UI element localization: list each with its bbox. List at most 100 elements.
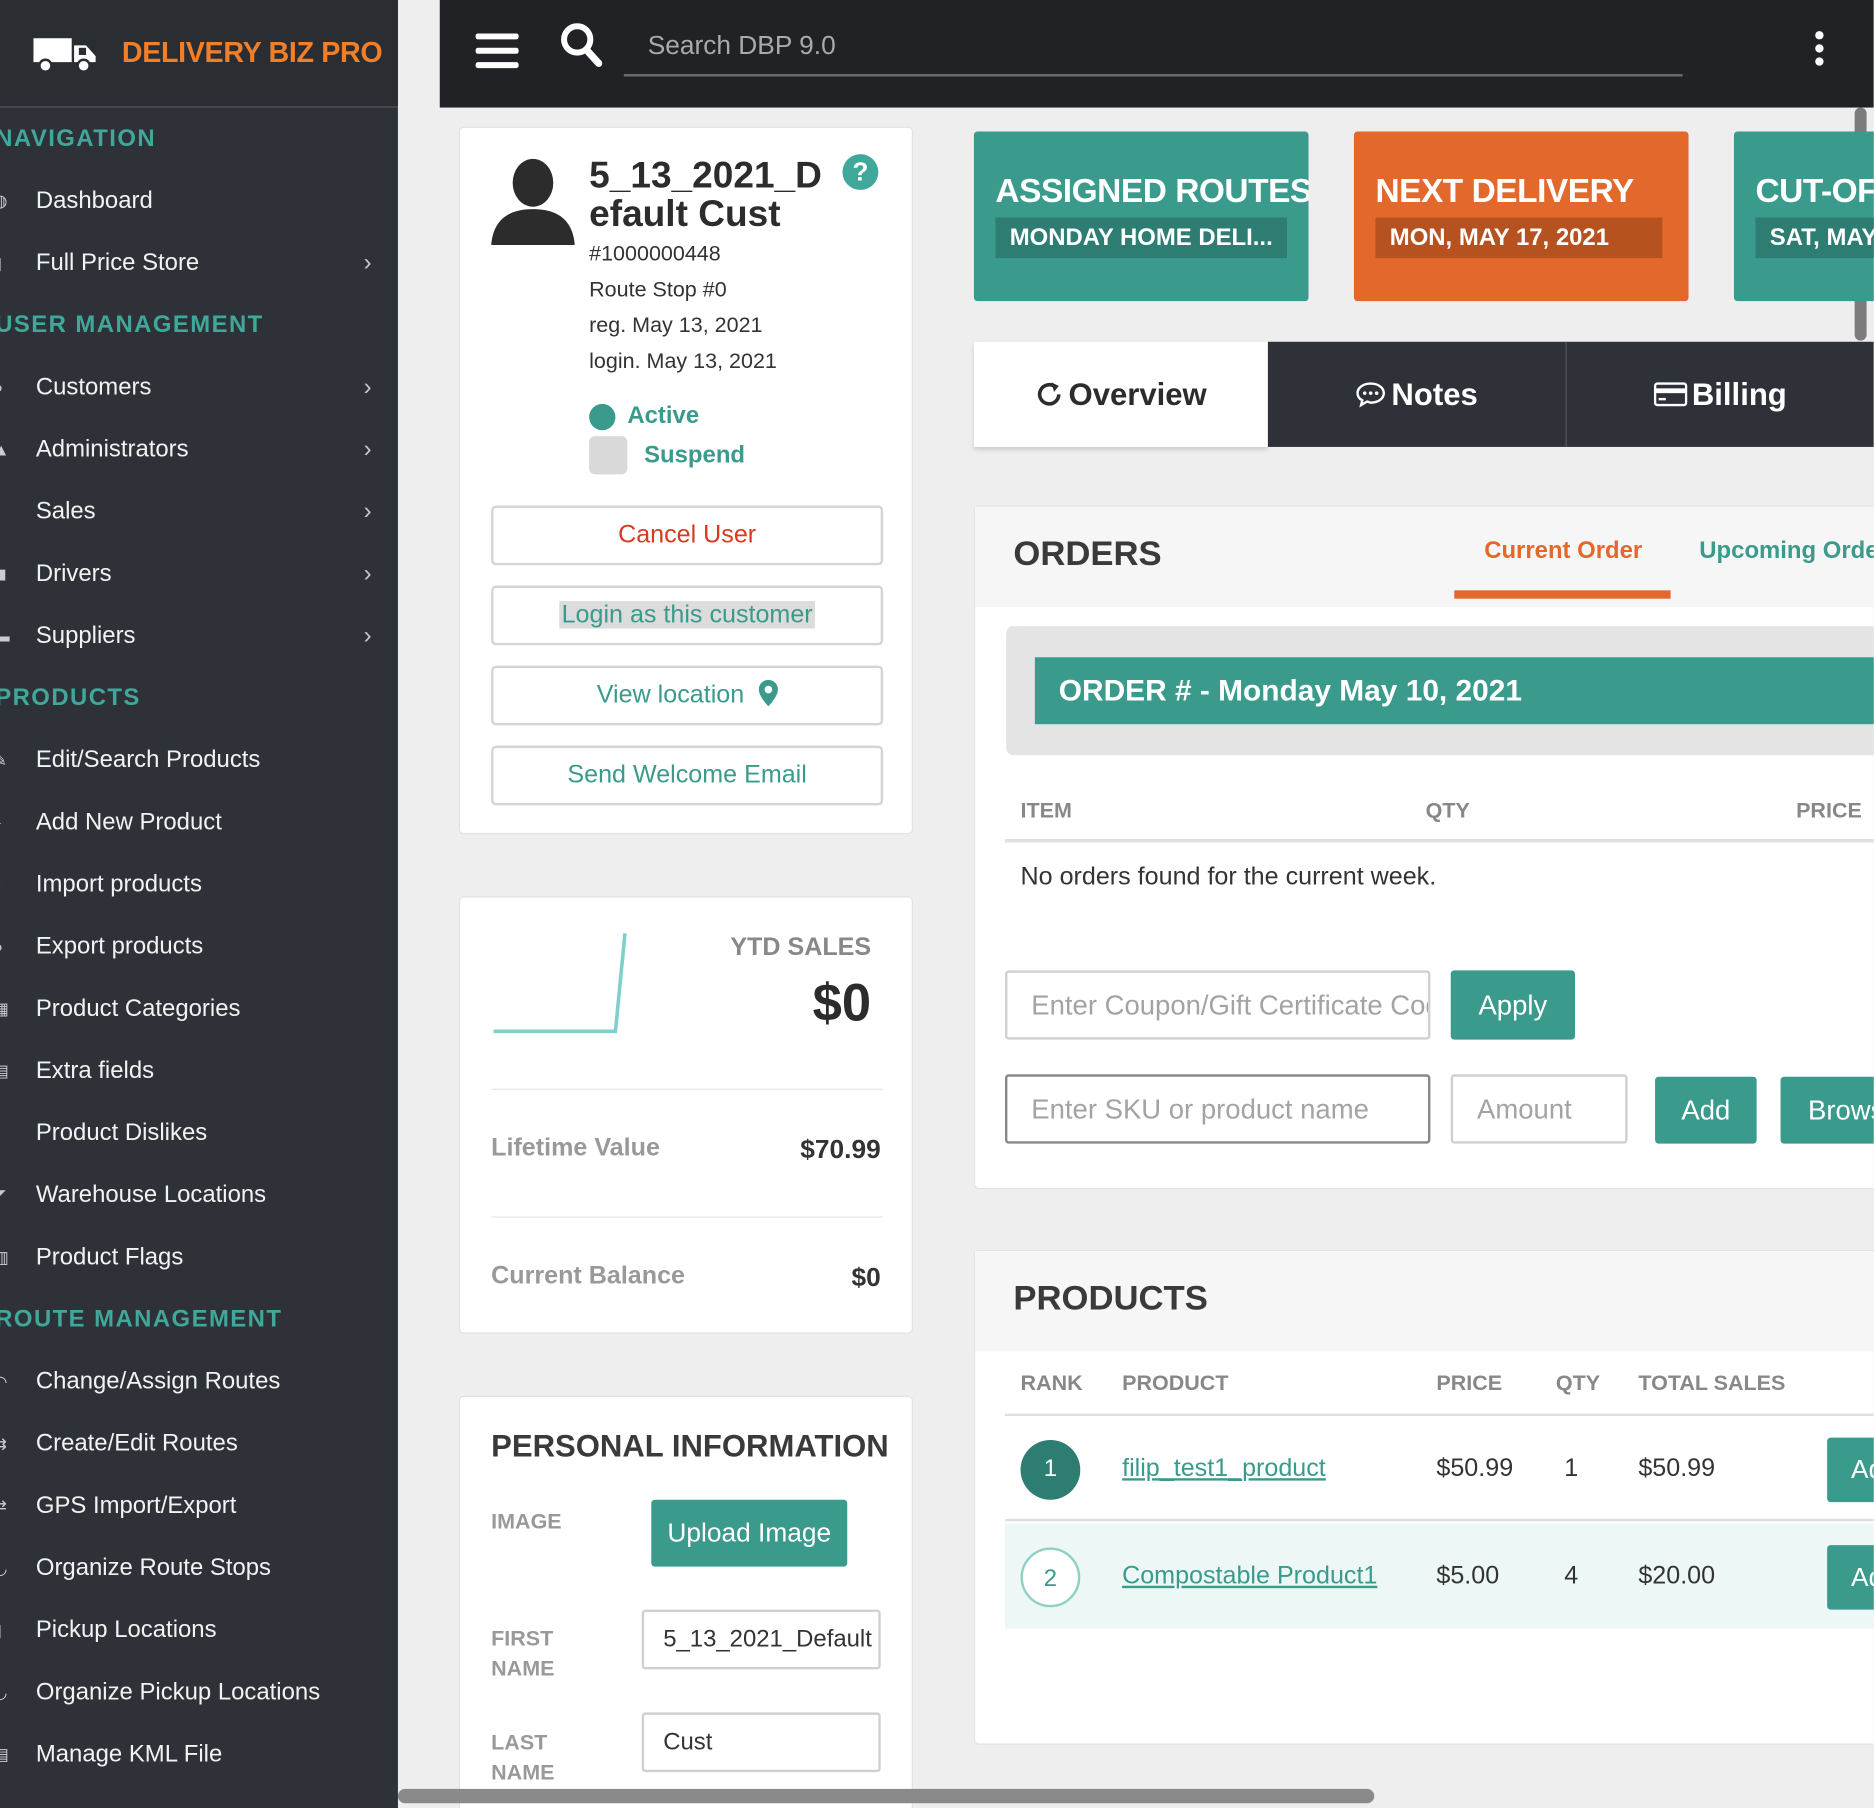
apply-coupon-button[interactable]: Apply [1450, 970, 1576, 1040]
horizontal-scrollbar[interactable] [397, 1788, 1375, 1804]
rank-badge: 2 [1020, 1547, 1081, 1608]
sidebar-item-sales[interactable]: ◗ Sales › [0, 480, 398, 542]
checkbox-icon [589, 436, 628, 475]
sidebar-item-label: Pickup Locations [35, 1616, 217, 1644]
status-suspend-toggle[interactable]: Suspend [589, 436, 745, 475]
sidebar-item-product-flags[interactable]: ▥ Product Flags [0, 1226, 398, 1288]
tab-notes[interactable]: Notes [1267, 341, 1567, 447]
first-name-input[interactable] [641, 1609, 881, 1670]
nav-item-icon: ▲ [0, 418, 10, 480]
sidebar-item-label: Extra fields [35, 1057, 155, 1084]
sku-search-input[interactable] [1004, 1074, 1431, 1144]
sidebar-item-extra-fields[interactable]: ▤ Extra fields [0, 1040, 398, 1102]
nav-section-title: PRODUCTS [0, 684, 141, 712]
sidebar-item-import-products[interactable]: ◐ Import products [0, 853, 398, 915]
nav-item-icon: ◐ [0, 853, 10, 915]
sidebar-item-product-dislikes[interactable]: ◖ Product Dislikes [0, 1102, 398, 1164]
product-price: $5.00 [1436, 1561, 1500, 1590]
no-orders-message: No orders found for the current week. [1020, 862, 1437, 891]
customer-profile-card: 5_13_2021_Default Cust ? #1000000448 Rou… [458, 126, 913, 835]
sidebar-item-gps-import-export[interactable]: ⇄ GPS Import/Export [0, 1475, 398, 1537]
next-delivery-tile[interactable]: NEXT DELIVERY MON, MAY 17, 2021 [1353, 131, 1689, 302]
map-pin-icon [758, 679, 778, 707]
upload-image-button[interactable]: Upload Image [651, 1499, 848, 1567]
sidebar-item-create-edit-routes[interactable]: ⇉ Create/Edit Routes [0, 1412, 398, 1474]
cut-off-tile[interactable]: CUT-OFF SAT, MAY [1733, 131, 1874, 302]
sidebar-item-drivers[interactable]: ◼ Drivers › [0, 543, 398, 605]
chevron-right-icon: › [363, 622, 372, 649]
status-active-radio[interactable]: Active [589, 403, 699, 430]
tab-overview[interactable]: Overview [973, 341, 1268, 447]
browse-products-button[interactable]: Browse [1780, 1076, 1874, 1144]
sidebar-item-edit-search-products[interactable]: ✎ Edit/Search Products [0, 729, 398, 791]
next-delivery-value: MON, MAY 17, 2021 [1375, 217, 1663, 259]
help-icon[interactable]: ? [842, 154, 879, 191]
hamburger-menu-icon[interactable] [475, 33, 519, 71]
tab-upcoming-orders[interactable]: Upcoming Orders [1699, 538, 1873, 565]
brand-header[interactable]: DELIVERY BIZ PRO [0, 0, 398, 108]
col-price: PRICE [1796, 798, 1862, 823]
sidebar-item-change-assign-routes[interactable]: ◠ Change/Assign Routes [0, 1350, 398, 1412]
order-date-banner: ORDER # - Monday May 10, 2021 [1034, 657, 1874, 725]
sidebar-item-organize-route-stops[interactable]: ◡ Organize Route Stops [0, 1537, 398, 1599]
nav-item-icon: ▮ [0, 232, 10, 294]
assigned-routes-tile[interactable]: ASSIGNED ROUTES MONDAY HOME DELI... [973, 131, 1309, 302]
sidebar-item-label: Add New Product [35, 809, 222, 836]
products-card: PRODUCTS RANK PRODUCT PRICE QTY TOTAL SA… [973, 1249, 1874, 1745]
product-total: $20.00 [1638, 1561, 1716, 1590]
view-location-button[interactable]: View location [491, 665, 884, 726]
send-welcome-email-button[interactable]: Send Welcome Email [491, 745, 884, 806]
tab-billing-label: Billing [1691, 375, 1787, 412]
order-header-wrap: ORDER # - Monday May 10, 2021 [1006, 626, 1874, 756]
sidebar-item-export-products[interactable]: ◑ Export products [0, 915, 398, 977]
product-price: $50.99 [1436, 1454, 1514, 1482]
add-to-order-button[interactable]: Add [1827, 1545, 1874, 1610]
product-link[interactable]: Compostable Product1 [1122, 1562, 1377, 1591]
amount-input[interactable] [1450, 1074, 1628, 1144]
nav-item-icon: ▸ [0, 791, 10, 853]
nav-item-icon: ◼ [0, 543, 10, 605]
ytd-sales-label: YTD SALES [730, 933, 872, 961]
sidebar: DELIVERY BIZ PRO NAVIGATION ◍ Dashboard ▮ Fu… [0, 0, 398, 1808]
search-input[interactable] [623, 16, 1683, 77]
search-icon[interactable] [559, 22, 603, 70]
sidebar-item-product-categories[interactable]: ▦ Product Categories [0, 978, 398, 1040]
product-qty: 1 [1564, 1454, 1579, 1482]
assigned-routes-value: MONDAY HOME DELI... [995, 217, 1288, 259]
sidebar-item-label: Sales [35, 498, 96, 525]
registered-date: reg. May 13, 2021 [589, 313, 763, 337]
sales-summary-card: YTD SALES $0 Lifetime Value $70.99 Curre… [458, 896, 913, 1334]
last-login-date: login. May 13, 2021 [589, 348, 777, 373]
sidebar-item-full-price-store[interactable]: ▮ Full Price Store › [0, 232, 398, 294]
chat-icon [1356, 382, 1386, 408]
chevron-right-icon: › [363, 560, 372, 587]
sidebar-item-pickup-locations[interactable]: ▯ Pickup Locations [0, 1599, 398, 1661]
sidebar-item-add-new-product[interactable]: ▸ Add New Product [0, 791, 398, 853]
sidebar-item-organize-pickup-locations[interactable]: ◡ Organize Pickup Locations [0, 1661, 398, 1723]
more-options-icon[interactable] [1812, 31, 1826, 72]
sidebar-item-warehouse-locations[interactable]: ◤ Warehouse Locations [0, 1164, 398, 1226]
nav-item-icon: ▤ [0, 1040, 10, 1102]
cut-off-value: SAT, MAY [1755, 217, 1874, 259]
product-total: $50.99 [1638, 1454, 1716, 1482]
cancel-user-button[interactable]: Cancel User [491, 505, 884, 566]
add-to-order-button[interactable]: Add [1827, 1437, 1874, 1503]
tab-overview-label: Overview [1068, 375, 1207, 412]
coupon-input[interactable] [1004, 970, 1431, 1040]
tab-current-order[interactable]: Current Order [1484, 538, 1642, 565]
sidebar-item-suppliers[interactable]: ▬ Suppliers › [0, 605, 398, 667]
sidebar-item-manage-kml-file[interactable]: ▤ Manage KML File [0, 1723, 398, 1785]
next-delivery-title: NEXT DELIVERY [1375, 172, 1634, 210]
sidebar-item-label: Manage KML File [35, 1741, 223, 1768]
login-as-customer-button[interactable]: Login as this customer [491, 585, 884, 646]
tab-billing[interactable]: Billing [1566, 341, 1874, 447]
add-product-button[interactable]: Add [1655, 1076, 1757, 1144]
last-name-input[interactable] [641, 1712, 881, 1773]
image-label: IMAGE [491, 1509, 562, 1534]
sidebar-item-dashboard[interactable]: ◍ Dashboard [0, 170, 398, 232]
top-bar [439, 0, 1874, 108]
sidebar-item-administrators[interactable]: ▲ Administrators › [0, 418, 398, 480]
product-link[interactable]: filip_test1_product [1122, 1454, 1326, 1483]
sidebar-item-label: Drivers [35, 560, 112, 587]
sidebar-item-customers[interactable]: ◕ Customers › [0, 356, 398, 418]
